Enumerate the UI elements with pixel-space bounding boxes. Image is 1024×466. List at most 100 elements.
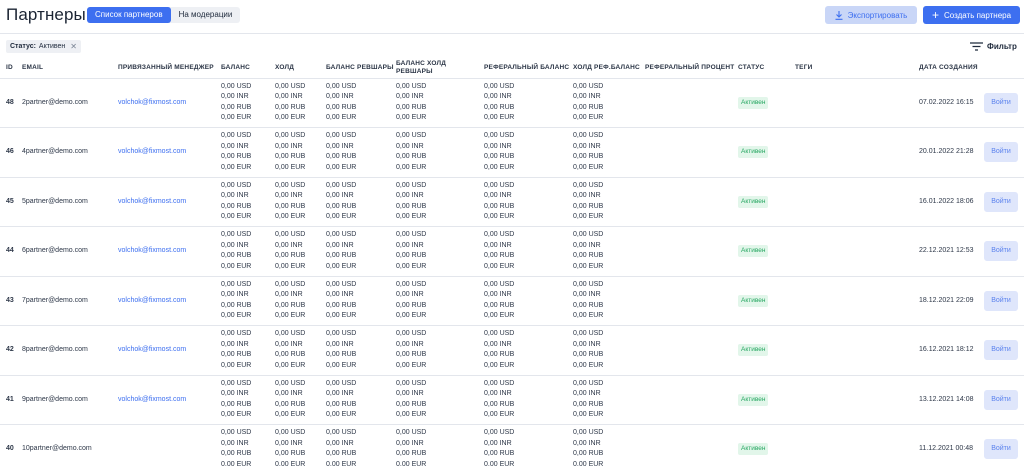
col-manager[interactable]: ПРИВЯЗАННЫЙ МЕНЕДЖЕР (118, 58, 221, 79)
status-badge: Активен (738, 96, 769, 109)
export-button[interactable]: Экспортировать (825, 6, 917, 24)
money-list: 0,00 USD 0,00 INR 0,00 RUB 0,00 EUR (221, 379, 275, 421)
cell-hold: 0,00 USD 0,00 INR 0,00 RUB 0,00 EUR (275, 375, 326, 425)
money-value: 0,00 EUR (221, 163, 252, 171)
cell-manager: volchok@fixmost.com (118, 78, 221, 128)
money-list: 0,00 USD 0,00 INR 0,00 RUB 0,00 EUR (396, 280, 484, 322)
manager-link[interactable]: volchok@fixmost.com (118, 148, 186, 155)
manager-link[interactable]: volchok@fixmost.com (118, 198, 186, 205)
cell-manager: volchok@fixmost.com (118, 276, 221, 326)
tab-partner-list[interactable]: Список партнеров (87, 7, 171, 23)
login-as-partner-button[interactable]: Войти (984, 92, 1018, 113)
money-list: 0,00 USD 0,00 INR 0,00 RUB 0,00 EUR (326, 230, 396, 272)
cell-ref-balance: 0,00 USD 0,00 INR 0,00 RUB 0,00 EUR (484, 424, 573, 466)
table-row: 42 8partner@demo.com volchok@fixmost.com 0,… (0, 325, 1024, 376)
cell-balance-revshare: 0,00 USD 0,00 INR 0,00 RUB 0,00 EUR (326, 424, 396, 466)
cell-balance: 0,00 USD 0,00 INR 0,00 RUB 0,00 EUR (221, 325, 275, 376)
money-value: 0,00 USD (573, 330, 604, 338)
money-value: 0,00 RUB (326, 202, 357, 210)
cell-actions: Войти (984, 375, 1024, 425)
manager-link[interactable]: volchok@fixmost.com (118, 247, 186, 254)
money-list: 0,00 USD 0,00 INR 0,00 RUB 0,00 EUR (396, 379, 484, 421)
money-value: 0,00 RUB (396, 202, 427, 210)
money-value: 0,00 INR (221, 142, 249, 150)
login-as-partner-button[interactable]: Войти (984, 439, 1018, 460)
cell-manager: volchok@fixmost.com (118, 127, 221, 178)
money-value: 0,00 INR (275, 142, 303, 150)
header-divider (0, 33, 1024, 34)
cell-status: Активен (738, 127, 795, 178)
money-list: 0,00 USD 0,00 INR 0,00 RUB 0,00 EUR (326, 181, 396, 223)
col-ref-percent[interactable]: РЕФЕРАЛЬНЫЙ ПРОЦЕНТ (645, 58, 738, 79)
col-balance-revshare[interactable]: БАЛАНС РЕВШАРЫ (326, 58, 396, 79)
login-as-partner-button[interactable]: Войти (984, 290, 1018, 311)
login-as-partner-button[interactable]: Войти (984, 389, 1018, 410)
cell-manager: volchok@fixmost.com (118, 375, 221, 425)
money-list: 0,00 USD 0,00 INR 0,00 RUB 0,00 EUR (275, 428, 326, 466)
partners-table: ID EMAIL ПРИВЯЗАННЫЙ МЕНЕДЖЕР БАЛАНС ХОЛ… (0, 58, 1024, 466)
money-value: 0,00 RUB (573, 202, 604, 210)
cell-created: 16.12.2021 18:12 (919, 325, 984, 376)
cell-created: 13.12.2021 14:08 (919, 375, 984, 425)
money-value: 0,00 EUR (396, 361, 427, 369)
cell-tags (795, 127, 919, 178)
page-header: Партнеры Список партнеров На модерации Э… (0, 0, 1024, 34)
cell-id: 43 (0, 276, 22, 326)
close-icon[interactable]: ✕ (70, 40, 77, 53)
cell-status: Активен (738, 325, 795, 376)
col-status[interactable]: СТАТУС (738, 58, 795, 79)
money-value: 0,00 USD (275, 330, 306, 338)
cell-balance-revshare: 0,00 USD 0,00 INR 0,00 RUB 0,00 EUR (326, 276, 396, 326)
cell-hold-ref-balance: 0,00 USD 0,00 INR 0,00 RUB 0,00 EUR (573, 276, 645, 326)
col-created[interactable]: ДАТА СОЗДАНИЯ (919, 58, 984, 79)
money-list: 0,00 USD 0,00 INR 0,00 RUB 0,00 EUR (484, 379, 573, 421)
login-as-partner-button[interactable]: Войти (984, 241, 1018, 262)
col-balance[interactable]: БАЛАНС (221, 58, 275, 79)
col-tags[interactable]: ТЕГИ (795, 58, 919, 79)
cell-email: 2partner@demo.com (22, 78, 118, 128)
money-value: 0,00 INR (275, 390, 303, 398)
cell-hold-ref-balance: 0,00 USD 0,00 INR 0,00 RUB 0,00 EUR (573, 127, 645, 178)
money-value: 0,00 USD (573, 231, 604, 239)
money-value: 0,00 EUR (326, 114, 357, 122)
money-value: 0,00 INR (221, 439, 249, 447)
col-id[interactable]: ID (0, 58, 22, 79)
money-value: 0,00 RUB (326, 103, 357, 111)
cell-hold-revshare: 0,00 USD 0,00 INR 0,00 RUB 0,00 EUR (396, 325, 484, 376)
status-badge: Активен (738, 294, 769, 307)
tab-moderation[interactable]: На модерации (171, 7, 241, 23)
money-value: 0,00 USD (326, 379, 357, 387)
table-header-row: ID EMAIL ПРИВЯЗАННЫЙ МЕНЕДЖЕР БАЛАНС ХОЛ… (0, 58, 1024, 79)
manager-link[interactable]: volchok@fixmost.com (118, 99, 186, 106)
cell-created: 18.12.2021 22:09 (919, 276, 984, 326)
col-email[interactable]: EMAIL (22, 58, 118, 79)
money-value: 0,00 RUB (396, 400, 427, 408)
money-list: 0,00 USD 0,00 INR 0,00 RUB 0,00 EUR (326, 329, 396, 371)
manager-link[interactable]: volchok@fixmost.com (118, 346, 186, 353)
create-partner-label: Создать партнера (943, 10, 1012, 20)
col-hold-revshare[interactable]: БАЛАНС ХОЛД РЕВШАРЫ (396, 58, 484, 79)
col-hold[interactable]: ХОЛД (275, 58, 326, 79)
money-value: 0,00 EUR (484, 213, 515, 221)
money-value: 0,00 INR (484, 291, 512, 299)
money-list: 0,00 USD 0,00 INR 0,00 RUB 0,00 EUR (326, 131, 396, 173)
money-value: 0,00 INR (484, 241, 512, 249)
create-partner-button[interactable]: + Создать партнера (923, 6, 1020, 24)
money-value: 0,00 RUB (326, 301, 357, 309)
money-list: 0,00 USD 0,00 INR 0,00 RUB 0,00 EUR (573, 131, 645, 173)
login-as-partner-button[interactable]: Войти (984, 142, 1018, 163)
login-as-partner-button[interactable]: Войти (984, 340, 1018, 361)
filter-button[interactable]: Фильтр (970, 40, 1017, 53)
login-as-partner-button[interactable]: Войти (984, 191, 1018, 212)
manager-link[interactable]: volchok@fixmost.com (118, 396, 186, 403)
money-list: 0,00 USD 0,00 INR 0,00 RUB 0,00 EUR (221, 230, 275, 272)
cell-created: 20.01.2022 21:28 (919, 127, 984, 178)
manager-link[interactable]: volchok@fixmost.com (118, 297, 186, 304)
money-value: 0,00 INR (573, 142, 601, 150)
cell-balance-revshare: 0,00 USD 0,00 INR 0,00 RUB 0,00 EUR (326, 78, 396, 128)
table-row: 41 9partner@demo.com volchok@fixmost.com 0,… (0, 375, 1024, 425)
money-list: 0,00 USD 0,00 INR 0,00 RUB 0,00 EUR (484, 181, 573, 223)
cell-created: 16.01.2022 18:06 (919, 177, 984, 227)
col-ref-balance[interactable]: РЕФЕРАЛЬНЫЙ БАЛАНС (484, 58, 573, 79)
col-hold-ref-balance[interactable]: ХОЛД РЕФ.БАЛАНС (573, 58, 645, 79)
